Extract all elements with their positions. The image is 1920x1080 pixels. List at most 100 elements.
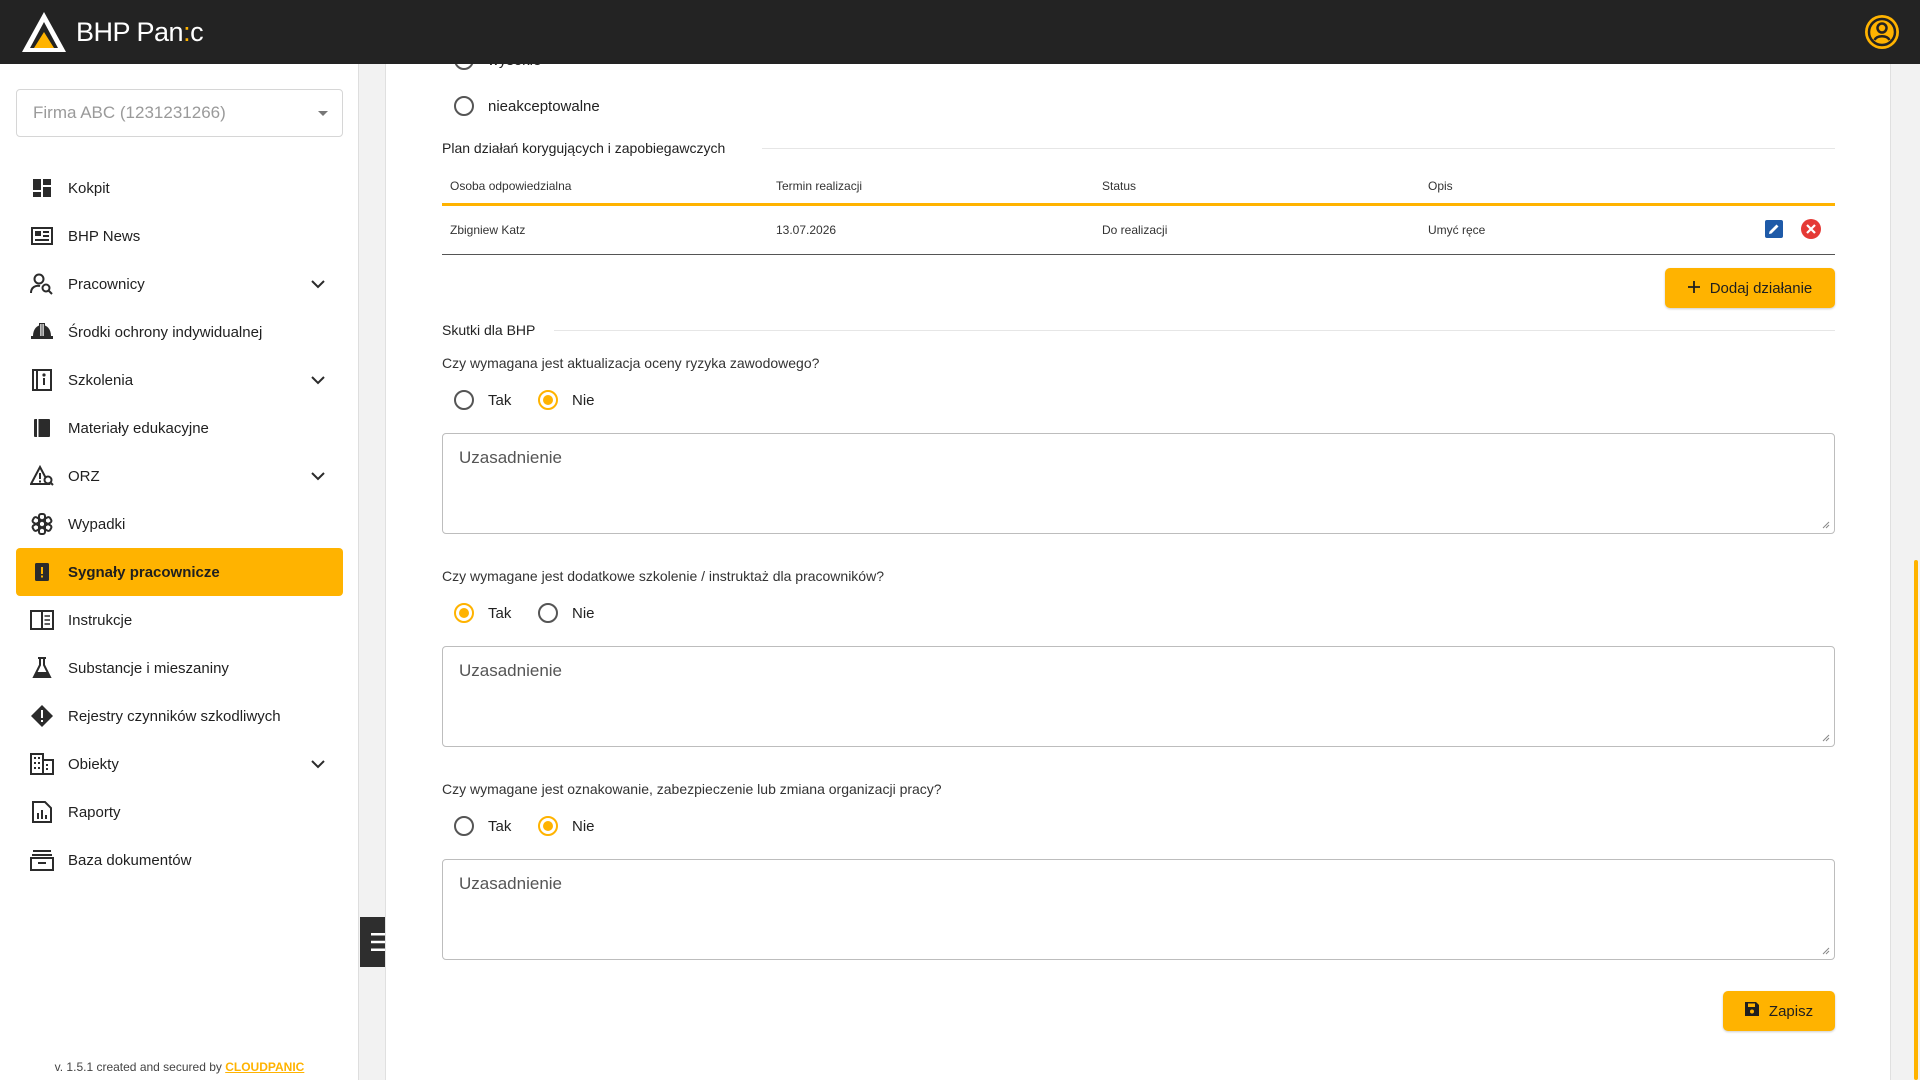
sidebar-item-label: Sygnały pracownicze [68, 563, 220, 581]
book-icon [30, 416, 54, 440]
version-footer: v. 1.5.1 created and secured by CLOUDPAN… [54, 1060, 305, 1074]
question-risk-update: Czy wymagana jest aktualizacja oceny ryz… [442, 355, 820, 371]
delete-icon[interactable] [1801, 218, 1821, 242]
radio-q3-tak[interactable]: Tak [454, 816, 511, 836]
radio-wysokie[interactable]: wysokie [454, 64, 541, 70]
radio-q2-tak[interactable]: Tak [454, 603, 511, 623]
plus-icon [1687, 280, 1700, 297]
resize-grip-icon[interactable] [1822, 947, 1830, 955]
sidebar-item-label: Baza dokumentów [68, 851, 192, 869]
justification-textarea-1[interactable]: Uzasadnienie [442, 433, 1835, 534]
sidebar-item-rejestry[interactable]: Rejestry czynników szkodliwych [16, 692, 343, 740]
medical-cross-icon [30, 512, 54, 536]
resize-grip-icon[interactable] [1822, 734, 1830, 742]
save-button[interactable]: Zapisz [1723, 991, 1835, 1031]
person-search-icon [30, 272, 54, 296]
column-header[interactable]: Osoba odpowiedzialna [442, 179, 768, 193]
radio-q1-tak[interactable]: Tak [454, 390, 511, 410]
radio-q3-nie[interactable]: Nie [538, 816, 595, 836]
brand-name: BHP Pan:c [76, 16, 204, 47]
sidebar-item-substancje[interactable]: Substancje i mieszaniny [16, 644, 343, 692]
signal-form-panel: wysokie nieakceptowalne Plan działań kor… [385, 64, 1891, 1080]
sidebar-item-label: Kokpit [68, 179, 110, 197]
column-header[interactable]: Termin realizacji [768, 179, 1094, 193]
sidebar-item-label: Środki ochrony indywidualnej [68, 323, 263, 341]
table-cell: 13.07.2026 [776, 223, 837, 237]
radio-q1-nie[interactable]: Nie [538, 390, 595, 410]
table-row: Zbigniew Katz 13.07.2026 Do realizacji U… [442, 206, 1835, 255]
plan-section-title: Plan działań korygujących i zapobiegawcz… [442, 140, 726, 156]
sidebar-item-materialy[interactable]: Materiały edukacyjne [16, 404, 343, 452]
risk-triangle-icon [30, 464, 54, 488]
sidebar-item-label: Raporty [68, 803, 121, 821]
sidebar-item-wypadki[interactable]: Wypadki [16, 500, 343, 548]
sidebar-item-srodki-ochrony[interactable]: Środki ochrony indywidualnej [16, 308, 343, 356]
app-header: BHP Pan:c [0, 0, 1920, 64]
column-header[interactable]: Opis [1420, 179, 1746, 193]
row-actions [1765, 218, 1835, 242]
sidebar-item-label: BHP News [68, 227, 141, 245]
scrollbar-thumb[interactable] [1914, 560, 1918, 1080]
sidebar-item-sygnaly[interactable]: Sygnały pracownicze [16, 548, 343, 596]
company-select-value: Firma ABC (1231231266) [33, 103, 226, 122]
section-divider [554, 330, 1835, 331]
sidebar-item-label: Rejestry czynników szkodliwych [68, 707, 281, 725]
effects-section-title: Skutki dla BHP [442, 322, 536, 338]
cloudpanic-link[interactable]: CLOUDPANIC [225, 1060, 304, 1074]
sidebar: Firma ABC (1231231266) Kokpit BHP News P… [0, 64, 359, 1080]
archive-icon [30, 848, 54, 872]
sidebar-item-label: Instrukcje [68, 611, 133, 629]
radio-q2-nie[interactable]: Nie [538, 603, 595, 623]
chevron-down-icon[interactable] [311, 468, 325, 485]
action-plan-table: Osoba odpowiedzialna Termin realizacji S… [442, 168, 1835, 255]
edit-icon[interactable] [1765, 219, 1783, 241]
radio-nieakceptowalne[interactable]: nieakceptowalne [454, 96, 600, 116]
column-header[interactable]: Status [1094, 179, 1420, 193]
section-divider [762, 148, 1835, 149]
sidebar-item-label: Szkolenia [68, 371, 134, 389]
caret-down-icon [318, 110, 328, 116]
sidebar-item-raporty[interactable]: Raporty [16, 788, 343, 836]
sidebar-item-label: Substancje i mieszaniny [68, 659, 229, 677]
sidebar-item-pracownicy[interactable]: Pracownicy [16, 260, 343, 308]
add-action-button[interactable]: Dodaj działanie [1665, 268, 1835, 308]
sidebar-item-label: Obiekty [68, 755, 119, 773]
chevron-down-icon[interactable] [311, 372, 325, 389]
justification-textarea-3[interactable]: Uzasadnienie [442, 859, 1835, 960]
resize-grip-icon[interactable] [1822, 521, 1830, 529]
table-cell: Do realizacji [1102, 223, 1168, 237]
alert-box-icon [30, 560, 54, 584]
sidebar-item-bhp-news[interactable]: BHP News [16, 212, 343, 260]
table-cell: Zbigniew Katz [450, 223, 526, 237]
save-icon [1744, 1002, 1759, 1020]
open-book-icon [30, 608, 54, 632]
brand-logo[interactable]: BHP Pan:c [20, 10, 204, 54]
helmet-icon [30, 320, 54, 344]
sidebar-item-label: Pracownicy [68, 275, 145, 293]
warning-diamond-icon [30, 704, 54, 728]
sidebar-item-label: ORZ [68, 467, 100, 485]
flask-icon [30, 656, 54, 680]
sidebar-item-baza-dokumentow[interactable]: Baza dokumentów [16, 836, 343, 884]
sidebar-item-label: Materiały edukacyjne [68, 419, 209, 437]
justification-textarea-2[interactable]: Uzasadnienie [442, 646, 1835, 747]
sidebar-item-szkolenia[interactable]: Szkolenia [16, 356, 343, 404]
table-header-row: Osoba odpowiedzialna Termin realizacji S… [442, 168, 1835, 206]
sidebar-item-kokpit[interactable]: Kokpit [16, 164, 343, 212]
company-select[interactable]: Firma ABC (1231231266) [16, 89, 343, 137]
account-circle-icon[interactable] [1864, 14, 1900, 50]
question-signage-change: Czy wymagane jest oznakowanie, zabezpiec… [442, 781, 942, 797]
report-chart-icon [30, 800, 54, 824]
sidebar-item-obiekty[interactable]: Obiekty [16, 740, 343, 788]
sidebar-item-label: Wypadki [68, 515, 126, 533]
building-icon [30, 752, 54, 776]
logo-icon [22, 12, 66, 52]
sidebar-nav: Kokpit BHP News Pracownicy Środki ochron… [16, 164, 343, 884]
chevron-down-icon[interactable] [311, 276, 325, 293]
dashboard-icon [30, 176, 54, 200]
training-book-icon [30, 368, 54, 392]
sidebar-item-instrukcje[interactable]: Instrukcje [16, 596, 343, 644]
question-extra-training: Czy wymagane jest dodatkowe szkolenie / … [442, 568, 884, 584]
chevron-down-icon[interactable] [311, 756, 325, 773]
sidebar-item-orz[interactable]: ORZ [16, 452, 343, 500]
